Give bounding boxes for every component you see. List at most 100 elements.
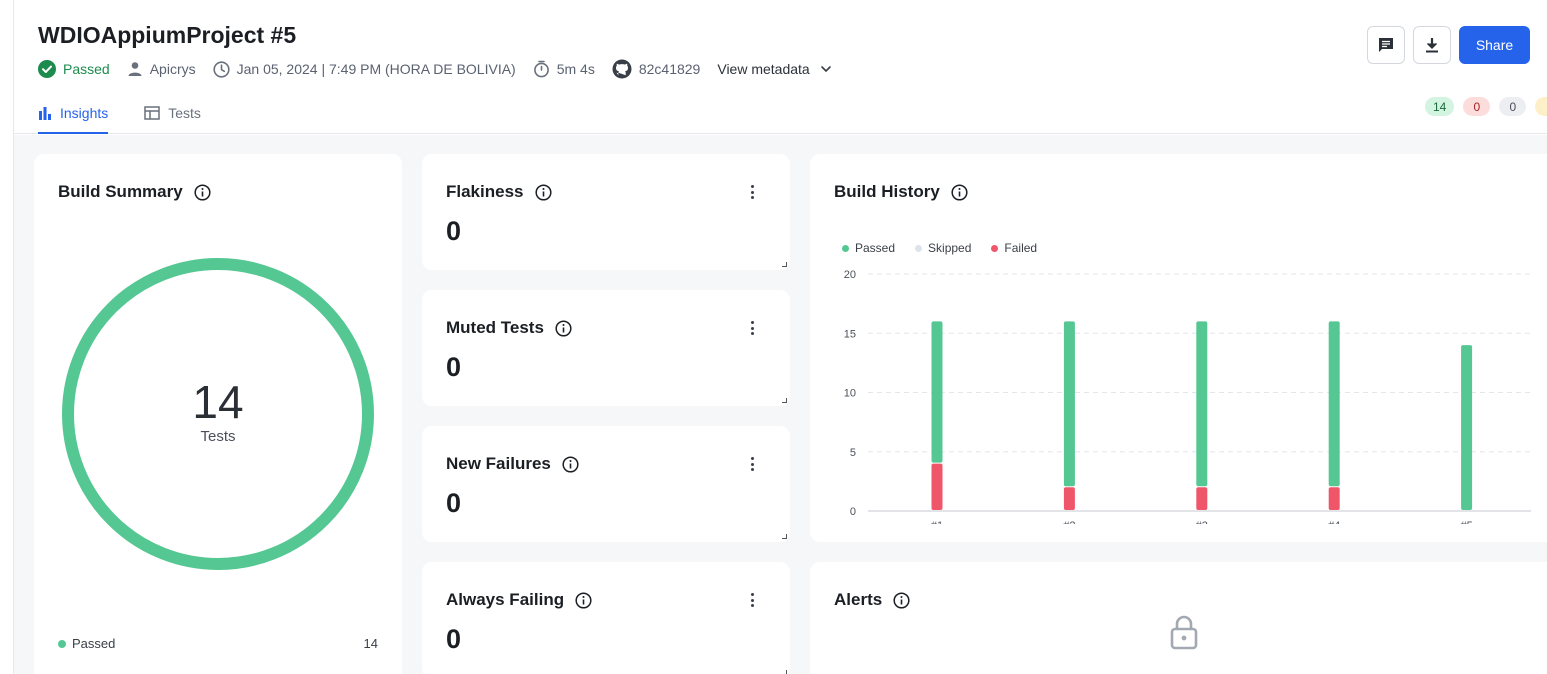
build-summary-title: Build Summary: [58, 182, 211, 202]
info-icon[interactable]: [951, 183, 968, 201]
commit-info[interactable]: 82c41829: [612, 59, 701, 79]
duration-info: 5m 4s: [533, 60, 595, 78]
bar-failed-build-3[interactable]: [1196, 487, 1208, 510]
status-text: Passed: [63, 61, 110, 77]
view-metadata-label: View metadata: [717, 61, 810, 77]
datetime-info: Jan 05, 2024 | 7:49 PM (HORA DE BOLIVIA): [213, 60, 516, 78]
info-icon[interactable]: [893, 591, 910, 609]
header-actions: Share: [1367, 26, 1530, 64]
resize-handle[interactable]: [782, 534, 787, 539]
legend-passed[interactable]: Passed: [842, 241, 895, 255]
info-icon[interactable]: [562, 455, 579, 473]
failed-count-badge: 0: [1463, 97, 1491, 116]
download-icon: [1426, 38, 1438, 53]
bar-passed-build-1[interactable]: [931, 321, 943, 463]
github-icon: [612, 59, 632, 79]
x-tick-label: #3: [1196, 520, 1208, 524]
info-icon[interactable]: [555, 319, 572, 337]
clock-icon: [213, 60, 230, 78]
always-failing-value: 0: [446, 624, 462, 654]
build-summary-card: Build Summary 14 Tests Passed 14: [34, 154, 402, 674]
tab-tests[interactable]: Tests: [144, 92, 201, 134]
x-tick-label: #5: [1460, 520, 1472, 524]
tab-bar: Insights Tests: [38, 92, 237, 134]
bar-passed-build-3[interactable]: [1196, 321, 1208, 487]
summary-legend-passed: Passed 14: [58, 636, 378, 651]
build-header: WDIOAppiumProject #5 Passed Apicrys Jan …: [14, 0, 1547, 134]
summary-legend-label: Passed: [72, 636, 116, 651]
y-tick-label: 10: [844, 388, 856, 400]
y-tick-label: 20: [844, 269, 856, 281]
x-tick-label: #1: [931, 520, 943, 524]
bar-chart-icon: [39, 107, 51, 120]
legend-skipped[interactable]: Skipped: [915, 241, 971, 255]
build-datetime: Jan 05, 2024 | 7:49 PM (HORA DE BOLIVIA): [236, 61, 516, 77]
lock-icon: [1170, 615, 1198, 650]
bar-passed-build-5[interactable]: [1461, 345, 1473, 510]
left-rail: [0, 0, 14, 674]
check-circle-icon: [38, 60, 56, 78]
user-name: Apicrys: [149, 61, 196, 77]
comment-button[interactable]: [1367, 26, 1405, 64]
build-meta: Passed Apicrys Jan 05, 2024 | 7:49 PM (H…: [38, 59, 856, 79]
new-failures-value: 0: [446, 488, 462, 518]
bar-passed-build-2[interactable]: [1063, 321, 1075, 487]
more-options-icon[interactable]: [744, 320, 760, 336]
bar-failed-build-1[interactable]: [931, 463, 943, 510]
flakiness-card: Flakiness 0: [422, 154, 790, 270]
legend-failed-label: Failed: [1004, 241, 1038, 255]
muted-tests-card: Muted Tests 0: [422, 290, 790, 406]
bar-failed-build-2[interactable]: [1063, 487, 1075, 510]
resize-handle[interactable]: [782, 398, 787, 403]
download-button[interactable]: [1413, 26, 1451, 64]
insights-panel: Build Summary 14 Tests Passed 14 Flakine…: [14, 135, 1547, 674]
x-tick-label: #4: [1328, 520, 1340, 524]
passed-count-badge: 14: [1425, 97, 1455, 116]
new-failures-card: New Failures 0: [422, 426, 790, 542]
resize-handle[interactable]: [782, 262, 787, 267]
bar-passed-build-4[interactable]: [1328, 321, 1340, 487]
more-options-icon[interactable]: [744, 592, 760, 608]
legend-failed[interactable]: Failed: [991, 241, 1037, 255]
donut-center: 14 Tests: [62, 258, 374, 570]
alerts-title-text: Alerts: [834, 590, 883, 609]
other-count-badge: [1535, 97, 1547, 116]
tab-tests-label: Tests: [168, 105, 201, 121]
build-summary-title-text: Build Summary: [58, 182, 183, 201]
history-legend: Passed Skipped Failed: [842, 241, 1057, 255]
build-duration: 5m 4s: [556, 61, 595, 77]
muted-tests-value: 0: [446, 352, 462, 382]
skipped-count-badge: 0: [1499, 97, 1527, 116]
table-icon: [144, 106, 160, 120]
build-history-title: Build History: [834, 182, 968, 202]
view-metadata-toggle[interactable]: View metadata: [717, 61, 838, 77]
share-button[interactable]: Share: [1459, 26, 1530, 64]
build-history-card: Build History Passed Skipped Failed 0 5 10…: [810, 154, 1547, 542]
muted-tests-title: Muted Tests: [446, 318, 572, 338]
alerts-title: Alerts: [834, 590, 910, 610]
user-icon: [128, 62, 142, 76]
flakiness-title-text: Flakiness: [446, 182, 524, 201]
flakiness-title: Flakiness: [446, 182, 552, 202]
tab-insights[interactable]: Insights: [38, 92, 109, 134]
info-icon[interactable]: [534, 183, 552, 201]
more-options-icon[interactable]: [744, 456, 760, 472]
more-options-icon[interactable]: [744, 184, 760, 200]
flakiness-value: 0: [446, 216, 462, 246]
bar-failed-build-4[interactable]: [1328, 487, 1340, 510]
y-tick-label: 5: [850, 447, 856, 459]
build-history-title-text: Build History: [834, 182, 940, 201]
status-badge: Passed: [38, 60, 110, 78]
total-tests-label: Tests: [200, 427, 236, 445]
info-icon[interactable]: [575, 591, 592, 609]
x-tick-label: #2: [1063, 520, 1075, 524]
resize-handle[interactable]: [782, 670, 787, 674]
always-failing-card: Always Failing 0: [422, 562, 790, 674]
y-tick-label: 15: [844, 328, 856, 340]
total-tests-count: 14: [192, 375, 244, 428]
comment-icon: [1379, 38, 1393, 52]
info-icon[interactable]: [194, 183, 211, 201]
commit-hash: 82c41829: [638, 61, 701, 77]
stopwatch-icon: [533, 60, 549, 78]
always-failing-title: Always Failing: [446, 590, 592, 610]
